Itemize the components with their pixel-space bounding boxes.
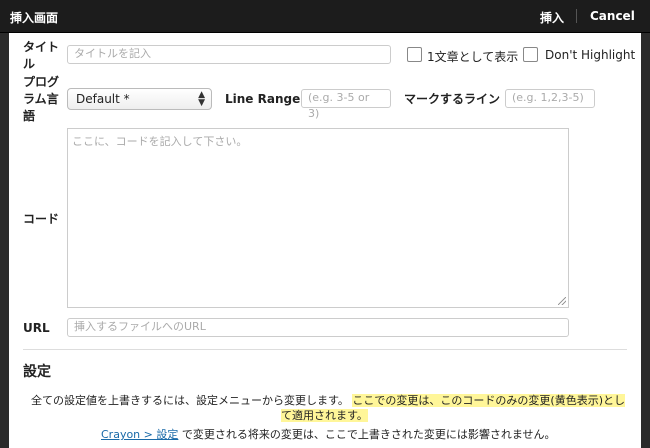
- mark-lines-input[interactable]: (e.g. 1,2,3-5): [505, 89, 595, 108]
- settings-highlight-text-2: て適用されます。: [281, 409, 368, 422]
- select-arrows-icon: ▲ ▼: [198, 90, 205, 108]
- inline-checkbox-label: 1文章として表示: [427, 50, 519, 64]
- title-input[interactable]: タイトルを記入: [67, 45, 391, 64]
- dialog-titlebar: 挿入画面 挿入 Cancel: [0, 0, 650, 33]
- line-range-input[interactable]: (e.g. 3-5 or 3): [301, 89, 391, 120]
- mark-lines-label: マークするライン: [404, 92, 501, 106]
- code-label: コード: [23, 212, 60, 226]
- crayon-settings-link[interactable]: Crayon > 設定: [101, 428, 178, 441]
- dont-highlight-label: Don't Highlight: [545, 48, 636, 62]
- titlebar-divider: [576, 9, 577, 23]
- settings-description-line1: 全ての設定値を上書きするには、設定メニューから変更します。 ここでの変更は、この…: [31, 393, 631, 408]
- code-placeholder: ここに、コードを記入して下さい。: [72, 135, 248, 148]
- url-label: URL: [23, 321, 50, 335]
- dont-highlight-checkbox[interactable]: [523, 47, 538, 62]
- settings-description-line2: て適用されます。: [281, 408, 368, 423]
- cancel-button[interactable]: Cancel: [590, 9, 635, 23]
- section-divider: [23, 349, 627, 350]
- language-select-value: Default *: [76, 92, 130, 106]
- settings-description-line3: Crayon > 設定 で変更される将来の変更は、ここで上書きされた変更には影響…: [101, 427, 641, 442]
- url-input[interactable]: 挿入するファイルへのURL: [67, 318, 569, 337]
- line-range-label: Line Range: [225, 92, 301, 106]
- insert-button[interactable]: 挿入: [540, 9, 564, 26]
- settings-note-text: で変更される将来の変更は、ここで上書きされた変更には影響されません。: [178, 428, 556, 441]
- language-label: プログラム言語: [23, 75, 60, 123]
- language-select[interactable]: Default * ▲ ▼: [67, 88, 212, 110]
- settings-text: 全ての設定値を上書きするには、設定メニューから変更します。: [31, 394, 349, 407]
- settings-highlight-text: ここでの変更は、このコードのみの変更(黄色表示)とし: [352, 394, 625, 407]
- settings-heading: 設定: [23, 364, 51, 380]
- dialog-title: 挿入画面: [10, 11, 59, 25]
- title-label: タイトル: [23, 40, 60, 71]
- resize-grip-icon[interactable]: [558, 297, 566, 305]
- insert-dialog-panel: タイトル タイトルを記入 1文章として表示 Don't Highlight プロ…: [9, 33, 641, 448]
- inline-checkbox[interactable]: [407, 47, 422, 62]
- code-textarea[interactable]: ここに、コードを記入して下さい。: [67, 128, 569, 308]
